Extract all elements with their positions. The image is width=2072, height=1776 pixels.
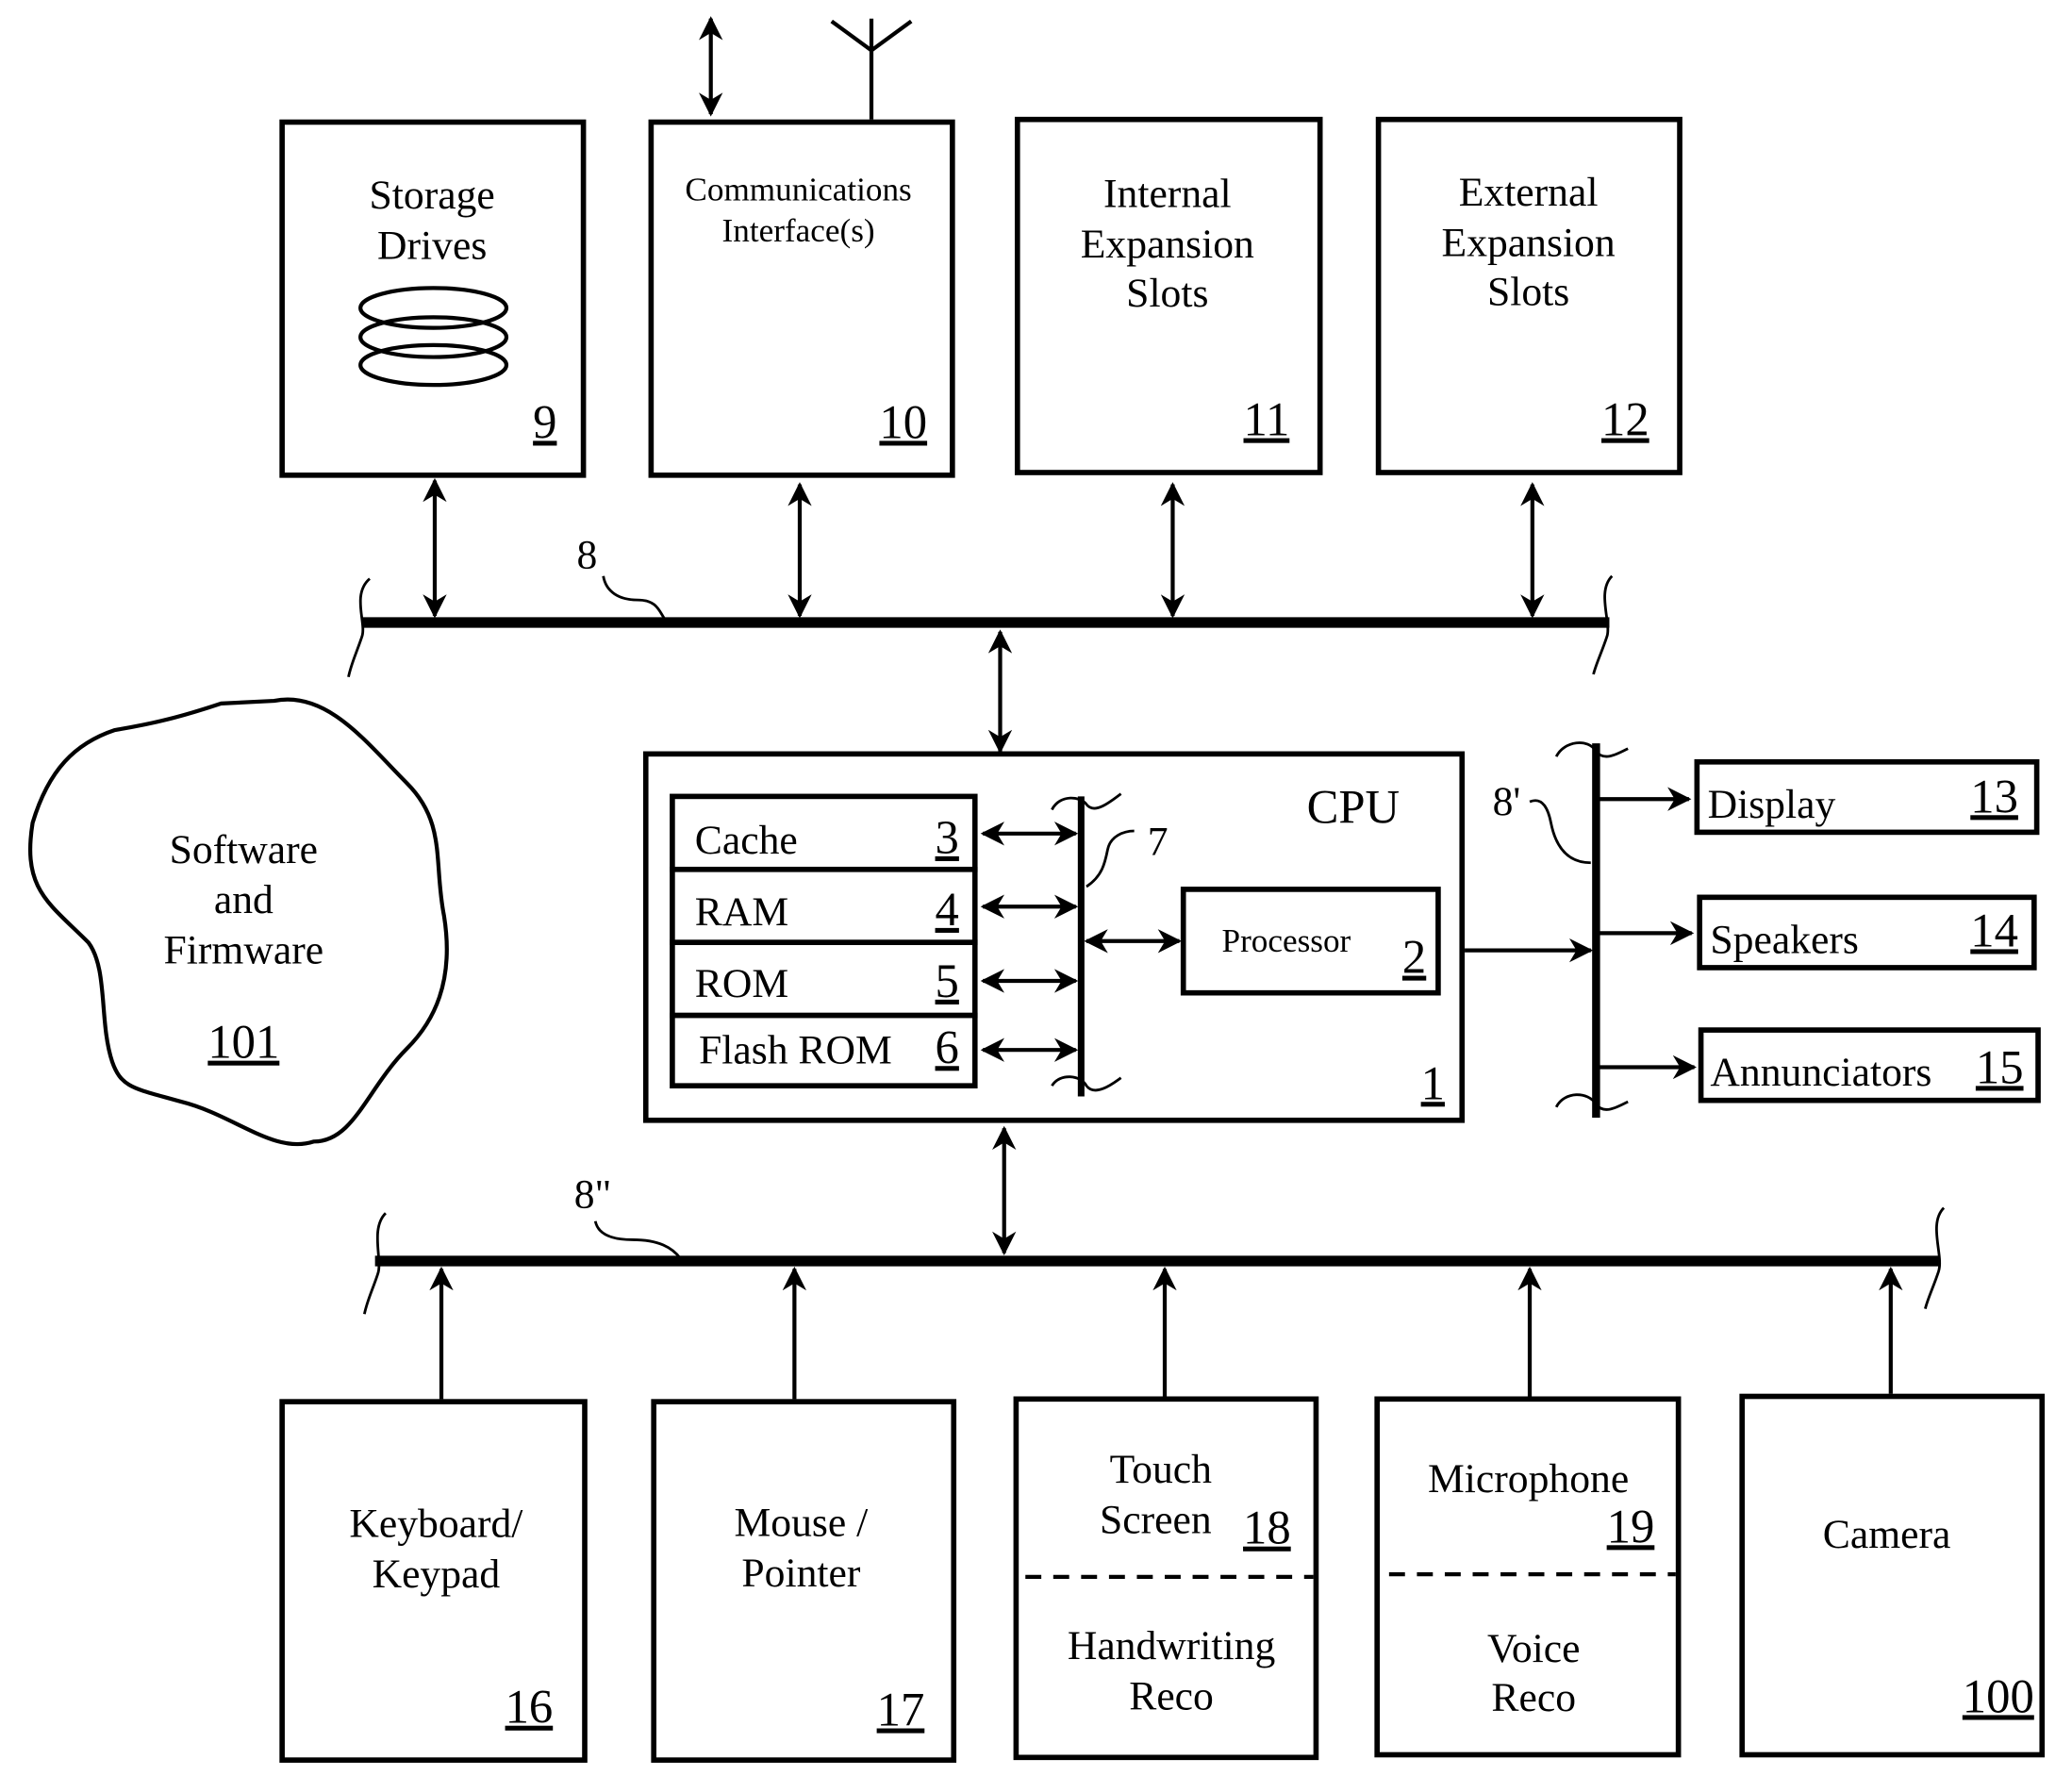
ref-number: 100	[1963, 1669, 2034, 1722]
box-label: Keyboard/	[349, 1502, 523, 1547]
output-label: Annunciators	[1710, 1050, 1931, 1095]
speakers-box: Speakers 14	[1697, 894, 2037, 971]
output-label: Display	[1708, 782, 1836, 827]
memory-label-ram: RAM	[695, 889, 788, 935]
box-label: Communications	[685, 172, 911, 208]
communications-interface-box: Communications Interface(s) 10	[648, 119, 955, 478]
ref-number: 10	[879, 395, 927, 448]
box-label: Handwriting	[1068, 1623, 1275, 1668]
box-label: Drives	[377, 223, 487, 268]
ref-number: 5	[936, 954, 959, 1007]
ref-number: 15	[1976, 1040, 2024, 1093]
ref-number: 11	[1244, 393, 1290, 446]
box-label: Keypad	[373, 1552, 501, 1597]
external-expansion-slots-box: External Expansion Slots 12	[1375, 116, 1682, 475]
keyboard-keypad-box: Keyboard/ Keypad 16	[279, 1399, 588, 1763]
ref-number: 9	[533, 395, 556, 448]
box-label: Screen	[1100, 1497, 1212, 1542]
box-label: Reco	[1491, 1675, 1576, 1720]
ref-number: 6	[936, 1021, 959, 1073]
box-label: Storage	[370, 173, 495, 218]
ref-number: 18	[1243, 1502, 1291, 1554]
bus-label: 7	[1148, 819, 1169, 864]
system-block-diagram: Storage Drives 9 Communications Interfac…	[27, 16, 2046, 1763]
system-bus-8: 8	[347, 532, 1614, 678]
annunciators-box: Annunciators 15	[1698, 1027, 2041, 1104]
ref-number: 2	[1402, 931, 1426, 984]
internal-expansion-slots-box: Internal Expansion Slots 11	[1014, 116, 1323, 475]
box-label: Reco	[1129, 1674, 1214, 1719]
box-label: Internal	[1103, 172, 1232, 217]
box-label: Interface(s)	[722, 212, 875, 249]
ref-number: 14	[1970, 904, 2018, 956]
ref-number: 1	[1421, 1056, 1445, 1109]
display-box: Display 13	[1694, 758, 2040, 836]
ref-number: 3	[936, 811, 959, 864]
cloud-label: Firmware	[164, 928, 324, 973]
processor-box: Processor 2	[1180, 887, 1441, 996]
memory-label-rom: ROM	[695, 961, 788, 1006]
box-label: Pointer	[741, 1551, 860, 1596]
memory-label-flash-rom: Flash ROM	[699, 1027, 892, 1072]
box-label: Camera	[1823, 1512, 1951, 1557]
bus-label: 8'	[1493, 779, 1521, 824]
bus-label: 8	[577, 532, 598, 577]
box-label: Expansion	[1442, 221, 1616, 266]
cpu-title: CPU	[1307, 781, 1401, 834]
cloud-label: and	[214, 877, 274, 922]
box-label: External	[1459, 170, 1599, 215]
bus-label: 8"	[574, 1172, 612, 1218]
box-label: Slots	[1126, 271, 1208, 316]
cloud-label: Software	[170, 827, 318, 872]
memory-stack: Cache 3 RAM 4 ROM 5 Flash ROM 6	[670, 793, 978, 1089]
ref-number: 16	[506, 1681, 554, 1734]
box-label: Touch	[1110, 1447, 1213, 1492]
output-label: Speakers	[1710, 917, 1858, 962]
io-bus-8-double-prime: 8"	[363, 1172, 1946, 1315]
processor-label: Processor	[1222, 922, 1351, 959]
box-label: Mouse /	[735, 1500, 870, 1545]
touch-screen-box: Touch Screen 18 Handwriting Reco	[1013, 1396, 1319, 1761]
ref-number: 12	[1601, 393, 1649, 446]
box-label: Microphone	[1428, 1456, 1629, 1502]
box-label: Expansion	[1081, 222, 1254, 267]
ref-number: 4	[936, 883, 959, 936]
cpu-box: CPU 1 Cache 3 RAM 4 ROM 5 Flash ROM 6 7	[642, 751, 1466, 1123]
ref-number: 19	[1607, 1500, 1655, 1552]
mouse-pointer-box: Mouse / Pointer 17	[651, 1399, 957, 1763]
storage-drives-box: Storage Drives 9	[279, 119, 587, 478]
antenna-icon	[830, 18, 913, 120]
memory-label-cache: Cache	[695, 818, 798, 863]
software-firmware-cloud: Software and Firmware 101	[27, 697, 449, 1147]
ref-number: 13	[1970, 770, 2018, 822]
camera-box: Camera 100	[1739, 1393, 2046, 1758]
box-label: Slots	[1487, 270, 1569, 315]
ref-number: 17	[877, 1684, 925, 1736]
ref-number: 101	[207, 1016, 279, 1069]
microphone-box: Microphone 19 Voice Reco	[1374, 1396, 1682, 1758]
box-label: Voice	[1487, 1626, 1581, 1671]
